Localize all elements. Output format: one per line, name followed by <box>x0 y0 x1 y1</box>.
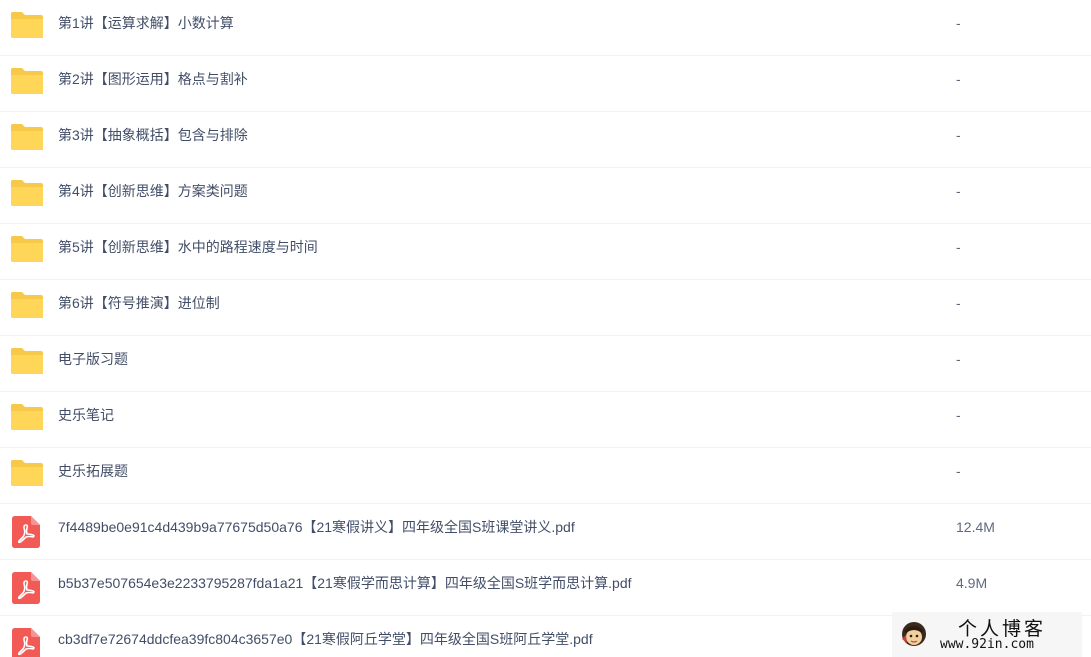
file-row-folder[interactable]: 电子版习题 - <box>0 336 1091 392</box>
file-list: 第1讲【运算求解】小数计算 - 第2讲【图形运用】格点与割补 - 第3讲【抽象概… <box>0 0 1091 657</box>
file-name[interactable]: 7f4489be0e91c4d439b9a77675d50a76【21寒假讲义】… <box>58 504 575 560</box>
file-name[interactable]: cb3df7e72674ddcfea39fc804c3657e0【21寒假阿丘学… <box>58 616 593 657</box>
file-size: - <box>956 71 961 87</box>
folder-icon <box>11 180 43 206</box>
folder-icon <box>11 124 43 150</box>
folder-icon <box>11 292 43 318</box>
file-name[interactable]: 史乐拓展题 <box>58 448 128 504</box>
file-size: - <box>956 239 961 255</box>
file-size: - <box>956 183 961 199</box>
watermark: 个人博客 www.92in.com <box>892 612 1082 657</box>
file-size: - <box>956 351 961 367</box>
file-name[interactable]: b5b37e507654e3e2233795287fda1a21【21寒假学而思… <box>58 560 632 616</box>
file-row-folder[interactable]: 史乐笔记 - <box>0 392 1091 448</box>
file-name[interactable]: 电子版习题 <box>58 336 128 392</box>
file-row-folder[interactable]: 第4讲【创新思维】方案类问题 - <box>0 168 1091 224</box>
file-name[interactable]: 第5讲【创新思维】水中的路程速度与时间 <box>58 224 318 280</box>
file-row-folder[interactable]: 史乐拓展题 - <box>0 448 1091 504</box>
file-row-pdf[interactable]: 7f4489be0e91c4d439b9a77675d50a76【21寒假讲义】… <box>0 504 1091 560</box>
file-size: - <box>956 15 961 31</box>
file-size: 4.9M <box>956 575 988 591</box>
file-name[interactable]: 史乐笔记 <box>58 392 114 448</box>
folder-icon <box>11 460 43 486</box>
folder-icon <box>11 68 43 94</box>
file-row-pdf[interactable]: b5b37e507654e3e2233795287fda1a21【21寒假学而思… <box>0 560 1091 616</box>
file-row-folder[interactable]: 第3讲【抽象概括】包含与排除 - <box>0 112 1091 168</box>
file-size: - <box>956 463 961 479</box>
folder-icon <box>11 348 43 374</box>
pdf-icon <box>12 516 40 548</box>
file-row-folder[interactable]: 第6讲【符号推演】进位制 - <box>0 280 1091 336</box>
file-row-folder[interactable]: 第1讲【运算求解】小数计算 - <box>0 0 1091 56</box>
file-size: 12.4M <box>956 519 995 535</box>
file-name[interactable]: 第3讲【抽象概括】包含与排除 <box>58 112 248 168</box>
file-name[interactable]: 第4讲【创新思维】方案类问题 <box>58 168 248 224</box>
file-row-folder[interactable]: 第2讲【图形运用】格点与割补 - <box>0 56 1091 112</box>
folder-icon <box>11 12 43 38</box>
folder-icon <box>11 236 43 262</box>
file-name[interactable]: 第2讲【图形运用】格点与割补 <box>58 56 248 112</box>
pdf-icon <box>12 628 40 657</box>
file-size: - <box>956 407 961 423</box>
file-size: - <box>956 127 961 143</box>
file-name[interactable]: 第1讲【运算求解】小数计算 <box>58 0 234 56</box>
file-row-folder[interactable]: 第5讲【创新思维】水中的路程速度与时间 - <box>0 224 1091 280</box>
pdf-icon <box>12 572 40 604</box>
folder-icon <box>11 404 43 430</box>
file-size: - <box>956 295 961 311</box>
avatar-icon <box>902 622 926 646</box>
file-name[interactable]: 第6讲【符号推演】进位制 <box>58 280 220 336</box>
watermark-url: www.92in.com <box>940 637 1034 652</box>
